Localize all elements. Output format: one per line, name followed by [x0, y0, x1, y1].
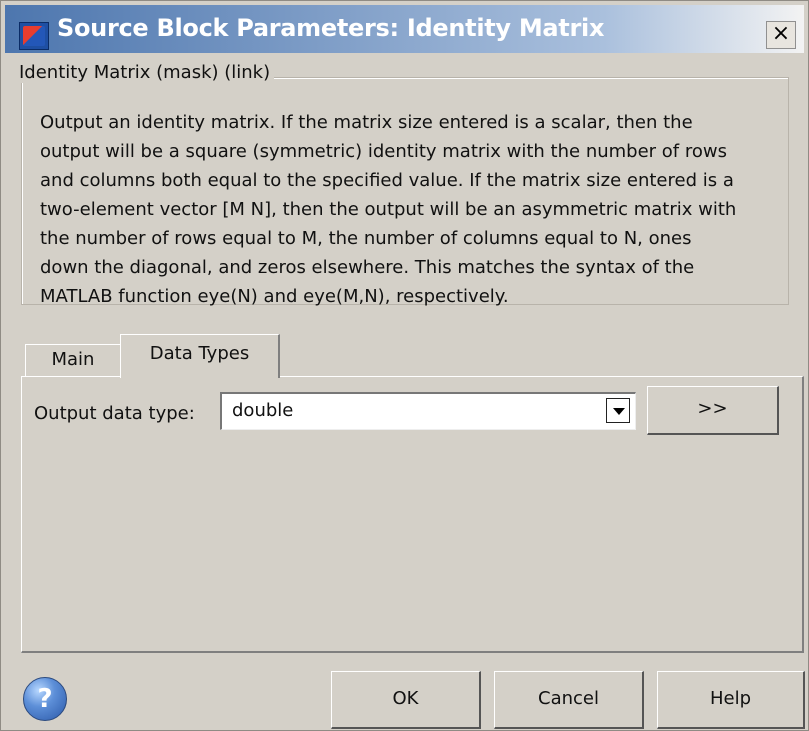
help-icon[interactable]: ? — [23, 677, 67, 721]
description-line-7: MATLAB function eye(N) and eye(M,N), res… — [40, 286, 509, 307]
description-line-2: output will be a square (symmetric) iden… — [40, 141, 727, 162]
description-line-5: the number of rows equal to M, the numbe… — [40, 228, 692, 249]
block-description: Output an identity matrix. If the matrix… — [40, 108, 780, 311]
help-button[interactable]: Help — [657, 671, 805, 729]
description-line-6: down the diagonal, and zeros elsewhere. … — [40, 257, 695, 278]
output-data-type-label: Output data type: — [34, 403, 195, 424]
identity-matrix-dialog: Source Block Parameters: Identity Matrix… — [0, 0, 809, 731]
description-line-4: two-element vector [M N], then the outpu… — [40, 199, 737, 220]
chevron-down-icon[interactable] — [606, 398, 630, 423]
description-line-1: Output an identity matrix. If the matrix… — [40, 112, 693, 133]
output-data-type-dropdown[interactable]: double — [220, 392, 636, 430]
data-type-assistant-button[interactable]: >> — [647, 386, 779, 435]
simulink-block-icon — [19, 22, 49, 50]
block-description-title: Identity Matrix (mask) (link) — [15, 63, 275, 83]
window-title: Source Block Parameters: Identity Matrix — [57, 14, 605, 42]
cancel-button[interactable]: Cancel — [494, 671, 644, 729]
data-types-panel: Output data type: double >> — [21, 376, 804, 653]
output-data-type-value: double — [232, 400, 294, 421]
window-title-bar[interactable]: Source Block Parameters: Identity Matrix… — [5, 5, 804, 53]
description-line-3: and columns both equal to the specified … — [40, 170, 734, 191]
close-button[interactable]: × — [766, 21, 796, 49]
tab-data-types[interactable]: Data Types — [120, 334, 280, 378]
tab-main[interactable]: Main — [25, 344, 121, 378]
simulink-block-icon-inner — [23, 26, 45, 46]
parameter-tabs: Main Data Types — [21, 334, 791, 378]
ok-button[interactable]: OK — [331, 671, 481, 729]
